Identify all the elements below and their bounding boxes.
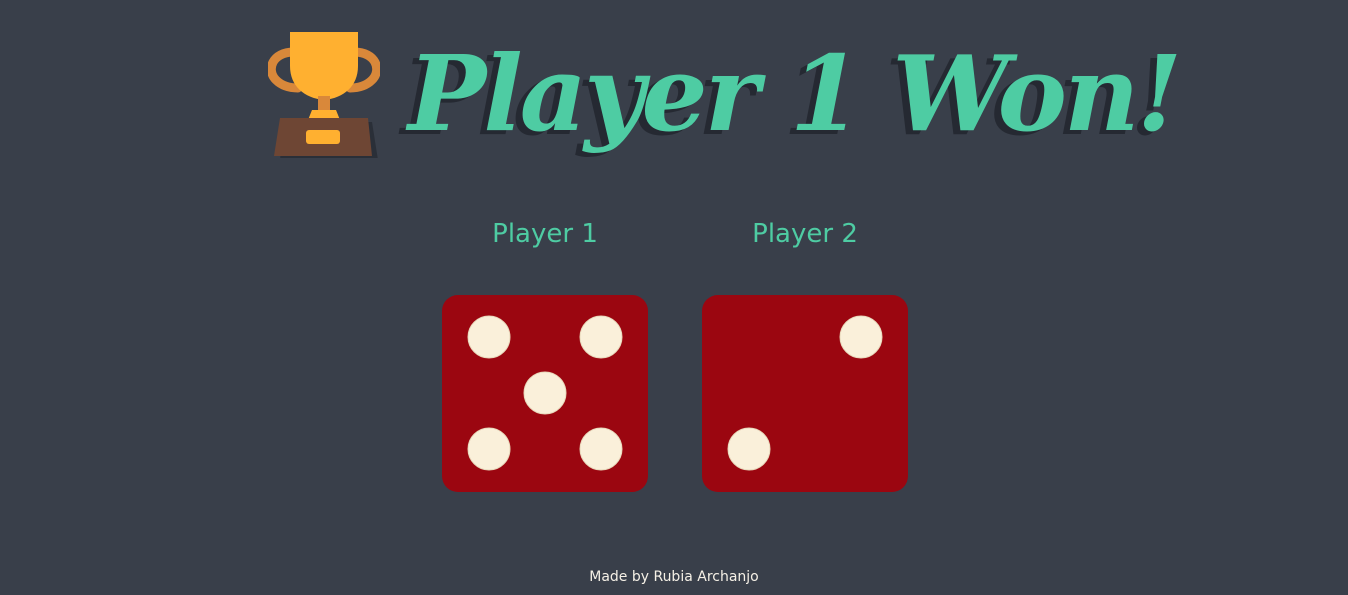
player-1-die — [442, 295, 648, 492]
die-pip — [467, 427, 511, 471]
die-pip — [579, 315, 623, 359]
winner-title: Player 1 Won! — [408, 32, 1182, 155]
trophy-icon — [268, 32, 380, 158]
footer-credit: Made by Rubia Archanjo — [589, 569, 759, 585]
player-2-die — [702, 295, 908, 492]
die-pip — [579, 427, 623, 471]
die-pip — [727, 427, 771, 471]
player-1-label: Player 1 — [492, 219, 598, 249]
winner-banner: Player 1 Won! — [0, 24, 1348, 184]
die-pip — [467, 315, 511, 359]
die-pip — [523, 371, 567, 415]
player-2-label: Player 2 — [752, 219, 858, 249]
die-pip — [839, 315, 883, 359]
